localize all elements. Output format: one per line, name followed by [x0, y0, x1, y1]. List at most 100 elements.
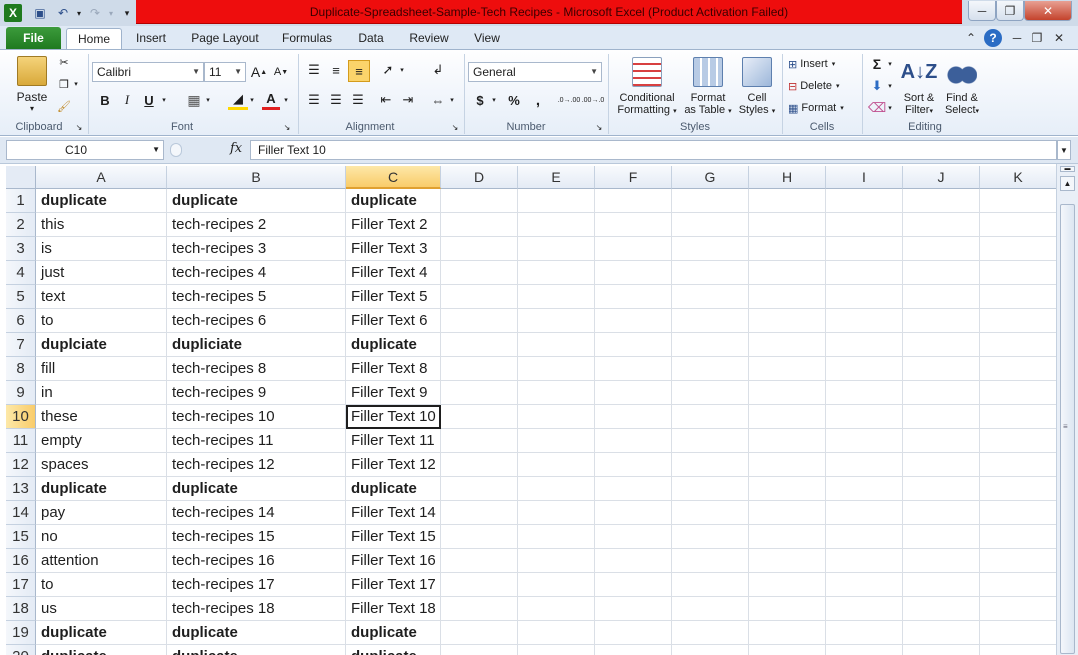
cell-g10[interactable] — [672, 405, 749, 429]
cell-i10[interactable] — [826, 405, 903, 429]
orientation-icon[interactable]: ➚ — [378, 60, 398, 80]
cell-a8[interactable]: fill — [36, 357, 167, 381]
cell-a2[interactable]: this — [36, 213, 167, 237]
cell-d5[interactable] — [441, 285, 518, 309]
decrease-decimal-button[interactable]: .00→.0 — [582, 90, 605, 110]
align-top-icon[interactable]: ☰ — [304, 60, 324, 80]
cell-a20[interactable]: duplicate — [36, 645, 167, 655]
currency-dropdown-icon[interactable]: ▾ — [490, 90, 498, 110]
cell-b13[interactable]: duplicate — [167, 477, 346, 501]
cell-b18[interactable]: tech-recipes 18 — [167, 597, 346, 621]
column-header-c[interactable]: C — [346, 166, 441, 189]
clipboard-launcher-icon[interactable]: ↘ — [74, 122, 84, 132]
insert-cells-button[interactable]: ⊞ Insert ▾ — [788, 54, 854, 74]
font-color-dropdown-icon[interactable]: ▾ — [282, 90, 290, 110]
cell-c10[interactable]: Filler Text 10 — [346, 405, 441, 429]
cell-h19[interactable] — [749, 621, 826, 645]
column-header-k[interactable]: K — [980, 166, 1056, 189]
cell-i8[interactable] — [826, 357, 903, 381]
cell-f6[interactable] — [595, 309, 672, 333]
cell-d7[interactable] — [441, 333, 518, 357]
underline-button[interactable]: U — [140, 90, 158, 110]
font-name-combo[interactable]: Calibri ▼ — [92, 62, 204, 82]
cell-c16[interactable]: Filler Text 16 — [346, 549, 441, 573]
cell-h6[interactable] — [749, 309, 826, 333]
autosum-button[interactable]: Σ — [868, 54, 886, 74]
cell-h14[interactable] — [749, 501, 826, 525]
cell-d11[interactable] — [441, 429, 518, 453]
cell-k7[interactable] — [980, 333, 1056, 357]
cell-k17[interactable] — [980, 573, 1056, 597]
column-header-e[interactable]: E — [518, 166, 595, 189]
cell-g5[interactable] — [672, 285, 749, 309]
cell-c14[interactable]: Filler Text 14 — [346, 501, 441, 525]
cell-a12[interactable]: spaces — [36, 453, 167, 477]
cell-a15[interactable]: no — [36, 525, 167, 549]
cell-d18[interactable] — [441, 597, 518, 621]
cell-g18[interactable] — [672, 597, 749, 621]
cell-k4[interactable] — [980, 261, 1056, 285]
workbook-restore-icon[interactable]: ❐ — [1028, 29, 1046, 47]
row-header[interactable]: 14 — [6, 501, 36, 525]
cell-j9[interactable] — [903, 381, 980, 405]
cell-b11[interactable]: tech-recipes 11 — [167, 429, 346, 453]
cell-h16[interactable] — [749, 549, 826, 573]
cell-c5[interactable]: Filler Text 5 — [346, 285, 441, 309]
cell-i5[interactable] — [826, 285, 903, 309]
currency-button[interactable]: $ — [472, 90, 488, 110]
customize-toolbar-icon[interactable]: ▾ — [118, 4, 136, 22]
cell-f17[interactable] — [595, 573, 672, 597]
cell-c3[interactable]: Filler Text 3 — [346, 237, 441, 261]
cell-i11[interactable] — [826, 429, 903, 453]
cell-e13[interactable] — [518, 477, 595, 501]
cell-f9[interactable] — [595, 381, 672, 405]
cell-b16[interactable]: tech-recipes 16 — [167, 549, 346, 573]
clear-icon[interactable]: ⌫ — [868, 98, 886, 118]
cell-f7[interactable] — [595, 333, 672, 357]
cell-f15[interactable] — [595, 525, 672, 549]
cell-d2[interactable] — [441, 213, 518, 237]
cell-d14[interactable] — [441, 501, 518, 525]
cell-h9[interactable] — [749, 381, 826, 405]
cell-e9[interactable] — [518, 381, 595, 405]
cell-f3[interactable] — [595, 237, 672, 261]
tab-view[interactable]: View — [466, 28, 508, 50]
cell-f5[interactable] — [595, 285, 672, 309]
cell-c11[interactable]: Filler Text 11 — [346, 429, 441, 453]
cell-c18[interactable]: Filler Text 18 — [346, 597, 441, 621]
cell-c1[interactable]: duplicate — [346, 189, 441, 213]
fill-dropdown-icon[interactable]: ▾ — [886, 76, 894, 96]
row-header[interactable]: 7 — [6, 333, 36, 357]
align-left-icon[interactable]: ☰ — [304, 90, 324, 110]
save-icon[interactable]: ▣ — [31, 4, 49, 22]
cell-i7[interactable] — [826, 333, 903, 357]
cell-d10[interactable] — [441, 405, 518, 429]
cell-a11[interactable]: empty — [36, 429, 167, 453]
cell-b17[interactable]: tech-recipes 17 — [167, 573, 346, 597]
cell-e12[interactable] — [518, 453, 595, 477]
cell-d4[interactable] — [441, 261, 518, 285]
name-box[interactable]: C10 ▼ — [6, 140, 164, 160]
cell-a16[interactable]: attention — [36, 549, 167, 573]
cell-e20[interactable] — [518, 645, 595, 655]
row-header[interactable]: 9 — [6, 381, 36, 405]
cell-h12[interactable] — [749, 453, 826, 477]
cell-b19[interactable]: duplicate — [167, 621, 346, 645]
fill-color-dropdown-icon[interactable]: ▾ — [248, 90, 256, 110]
cell-c8[interactable]: Filler Text 8 — [346, 357, 441, 381]
cell-f11[interactable] — [595, 429, 672, 453]
cell-e6[interactable] — [518, 309, 595, 333]
cell-g13[interactable] — [672, 477, 749, 501]
cell-j2[interactable] — [903, 213, 980, 237]
alignment-launcher-icon[interactable]: ↘ — [450, 122, 460, 132]
column-header-i[interactable]: I — [826, 166, 903, 189]
font-size-combo[interactable]: 11 ▼ — [204, 62, 246, 82]
cell-e10[interactable] — [518, 405, 595, 429]
row-header[interactable]: 6 — [6, 309, 36, 333]
cell-e19[interactable] — [518, 621, 595, 645]
cell-f2[interactable] — [595, 213, 672, 237]
cell-g3[interactable] — [672, 237, 749, 261]
cell-c4[interactable]: Filler Text 4 — [346, 261, 441, 285]
cell-i3[interactable] — [826, 237, 903, 261]
copy-dropdown-icon[interactable]: ▾ — [72, 76, 80, 92]
